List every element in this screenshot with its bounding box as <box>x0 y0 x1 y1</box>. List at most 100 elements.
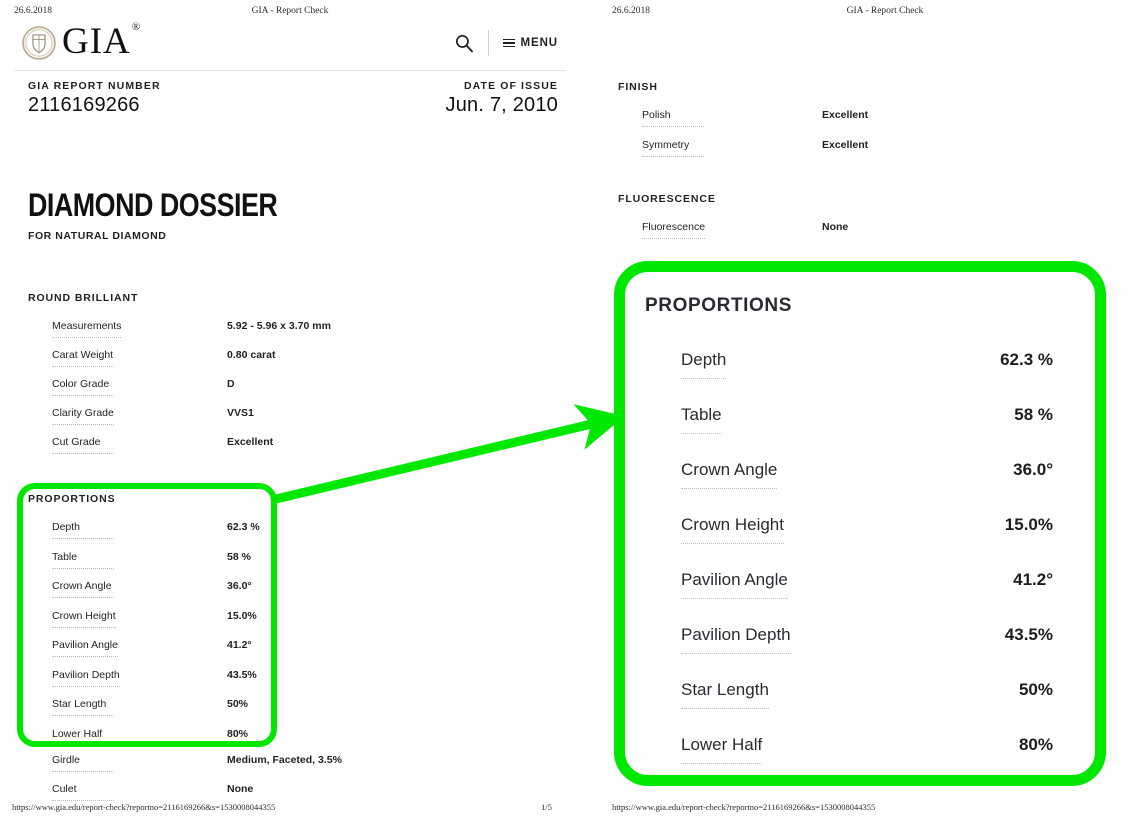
print-header-right: 26.6.2018 GIA - Report Check <box>590 6 1140 20</box>
section-heading-proportions: PROPORTIONS <box>28 493 116 505</box>
print-header-title-right: GIA - Report Check <box>846 6 924 16</box>
shape-spec-row: Carat Weight 0.80 carat <box>52 349 472 378</box>
callout-spec-row: Table 58 % <box>681 405 1077 460</box>
finish-spec-label: Polish <box>642 109 704 127</box>
gia-masthead: GIA® MENU <box>22 20 558 70</box>
registered-mark: ® <box>131 20 142 33</box>
callout-spec-value: 43.5% <box>1004 625 1053 644</box>
callout-spec-label: Lower Half <box>681 735 763 764</box>
callout-spec-label: Depth <box>681 350 727 379</box>
masthead-tools: MENU <box>454 30 558 56</box>
finish-spec-label: Symmetry <box>642 139 704 157</box>
print-footer-url: https://www.gia.edu/report-check?reportn… <box>12 802 276 812</box>
print-footer-page: 1/5 <box>541 802 552 812</box>
fluorescence-spec-value: None <box>822 221 849 233</box>
proportion-spec-label: Table <box>52 551 114 569</box>
fluorescence-spec-label: Fluorescence <box>642 221 706 239</box>
finish-spec-row: Polish Excellent <box>642 109 962 138</box>
callout-spec-label: Crown Angle <box>681 460 778 489</box>
proportion-spec-label: Star Length <box>52 698 114 716</box>
print-header-left: 26.6.2018 GIA - Report Check <box>0 6 580 20</box>
callout-spec-row: Pavilion Depth 43.5% <box>681 625 1077 680</box>
report-number-value: 2116169266 <box>28 94 140 116</box>
print-footer-url-right: https://www.gia.edu/report-check?reportn… <box>612 802 876 812</box>
proportions-callout-card: PROPORTIONS Depth 62.3 % Table 58 % Crown An… <box>625 272 1095 775</box>
callout-spec-value: 36.0° <box>1013 460 1053 479</box>
detail-spec-value: None <box>227 783 254 795</box>
proportion-spec-row: Pavilion Depth 43.5% <box>52 669 312 698</box>
shape-spec-label: Carat Weight <box>52 349 114 367</box>
callout-spec-row: Crown Angle 36.0° <box>681 460 1077 515</box>
proportion-spec-value: 80% <box>227 727 249 740</box>
date-of-issue-value: Jun. 7, 2010 <box>445 94 558 116</box>
proportion-spec-row: Lower Half 80% <box>52 728 312 757</box>
callout-spec-value: 62.3 % <box>1000 350 1053 369</box>
print-header-title: GIA - Report Check <box>251 6 329 16</box>
callout-spec-value: 80% <box>1018 735 1053 754</box>
proportion-spec-label: Crown Height <box>52 610 116 628</box>
shape-spec-label: Clarity Grade <box>52 407 114 425</box>
proportion-spec-label: Pavilion Angle <box>52 639 118 657</box>
gia-logo[interactable]: GIA® <box>22 20 142 62</box>
callout-heading: PROPORTIONS <box>645 295 793 316</box>
shape-spec-row: Color Grade D <box>52 378 472 407</box>
report-meta: GIA REPORT NUMBER 2116169266 DATE OF ISS… <box>28 80 558 122</box>
callout-spec-label: Crown Height <box>681 515 784 544</box>
search-icon[interactable] <box>454 33 474 53</box>
shape-spec-row: Measurements 5.92 - 5.96 x 3.70 mm <box>52 320 472 349</box>
hamburger-menu-icon <box>502 38 515 48</box>
shape-spec-value: Excellent <box>227 436 274 448</box>
section-heading-fluorescence: FLUORESCENCE <box>618 193 716 205</box>
proportion-spec-value: 62.3 % <box>227 521 260 533</box>
proportion-spec-row: Crown Height 15.0% <box>52 610 312 639</box>
print-footer-right: https://www.gia.edu/report-check?reportn… <box>590 802 1140 816</box>
proportion-spec-value: 36.0° <box>227 580 252 592</box>
menu-button-label: MENU <box>520 37 558 49</box>
shape-spec-label: Measurements <box>52 320 122 338</box>
callout-spec-row: Star Length 50% <box>681 680 1077 735</box>
callout-spec-label: Pavilion Angle <box>681 570 788 599</box>
finish-spec-row: Symmetry Excellent <box>642 139 962 168</box>
detail-spec-value: Medium, Faceted, 3.5% <box>227 754 342 766</box>
callout-spec-row: Depth 62.3 % <box>681 350 1077 405</box>
callout-spec-value: 15.0% <box>1004 515 1053 534</box>
print-footer-left: https://www.gia.edu/report-check?reportn… <box>0 802 580 816</box>
detail-spec-row: Girdle Medium, Faceted, 3.5% <box>52 754 352 783</box>
proportion-spec-label: Lower Half <box>52 728 114 746</box>
callout-spec-value: 41.2° <box>1013 570 1053 589</box>
shape-spec-row: Clarity Grade VVS1 <box>52 407 472 436</box>
proportion-spec-row: Table 58 % <box>52 551 312 580</box>
proportion-spec-label: Crown Angle <box>52 580 114 598</box>
shape-spec-value: 5.92 - 5.96 x 3.70 mm <box>227 320 331 332</box>
proportion-spec-value: 50% <box>227 698 249 710</box>
proportion-spec-row: Pavilion Angle 41.2° <box>52 639 312 668</box>
finish-spec-value: Excellent <box>822 138 869 151</box>
proportion-spec-value: 15.0% <box>227 609 257 622</box>
callout-spec-label: Pavilion Depth <box>681 625 791 654</box>
proportion-spec-value: 58 % <box>227 550 251 563</box>
page-title: DIAMOND DOSSIER <box>28 187 278 223</box>
date-of-issue-label: DATE OF ISSUE <box>463 80 558 92</box>
gia-wordmark: GIA® <box>62 20 142 62</box>
callout-spec-label: Star Length <box>681 680 769 709</box>
shape-spec-label: Color Grade <box>52 378 114 396</box>
shape-spec-value: D <box>227 378 235 390</box>
proportion-spec-label: Pavilion Depth <box>52 669 120 687</box>
callout-spec-row: Lower Half 80% <box>681 735 1077 790</box>
shape-spec-row: Cut Grade Excellent <box>52 436 472 465</box>
menu-button[interactable]: MENU <box>502 37 558 49</box>
report-number-label: GIA REPORT NUMBER <box>28 80 161 92</box>
callout-spec-value: 58 % <box>1014 405 1053 424</box>
callout-spec-row: Pavilion Angle 41.2° <box>681 570 1077 625</box>
proportion-spec-row: Depth 62.3 % <box>52 521 312 550</box>
report-page-left: 26.6.2018 GIA - Report Check GIA® MENU G… <box>0 0 580 824</box>
callout-spec-row: Crown Height 15.0% <box>681 515 1077 570</box>
finish-spec-value: Excellent <box>822 109 869 121</box>
proportion-spec-value: 43.5% <box>227 668 257 681</box>
date-of-issue-block: DATE OF ISSUE Jun. 7, 2010 <box>446 80 559 117</box>
proportion-spec-value: 41.2° <box>227 639 252 651</box>
shape-spec-label: Cut Grade <box>52 436 114 454</box>
detail-spec-label: Culet <box>52 783 114 801</box>
section-heading-finish: FINISH <box>618 81 658 93</box>
callout-spec-value: 50% <box>1018 680 1053 699</box>
